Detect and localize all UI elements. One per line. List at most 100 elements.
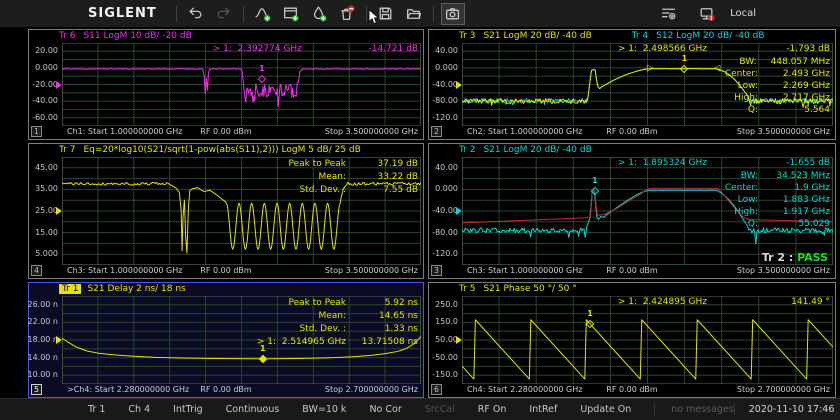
plot-area-window-2[interactable]: > 1: 2.498566 GHz-1.793 dB BW:448.057 MH… [462, 43, 833, 126]
y-axis-window-2: 40.00 0.000 -40.00 -80.00 -120.0 [429, 43, 462, 126]
add-window-button[interactable] [279, 3, 303, 25]
plot-area-window-5[interactable]: Peak to Peak5.92 ns Mean:14.65 ns Std. D… [62, 296, 421, 384]
local-label[interactable]: Local [730, 8, 756, 19]
status-if-bandwidth[interactable]: BW=10 k [302, 404, 346, 415]
network-status-button[interactable] [694, 3, 718, 25]
plot-area-window-3[interactable]: > 1: 1.895324 GHz-1.655 dB BW:34.523 MHz… [462, 157, 833, 265]
toolbar-separator [243, 6, 244, 22]
y-tick: 26.00 n [18, 300, 58, 309]
y-tick: 18.00 n [18, 335, 58, 344]
toolbar-separator [176, 6, 177, 22]
trace-3-label[interactable]: Tr 3 [459, 31, 475, 41]
y-tick: 50.00 [418, 335, 458, 344]
delete-button[interactable] [335, 3, 359, 25]
y-tick: 35.00 [18, 184, 58, 193]
status-active-trace[interactable]: Tr 1 [88, 404, 105, 415]
trace-window-5-active[interactable]: Tr 1S21 Delay 2 ns/ 18 ns 26.00 n 22.00 … [28, 282, 424, 398]
trace-2-label[interactable]: Tr 2 [459, 145, 475, 155]
trace-2-format: S21 LogM 20 dB/ -40 dB [483, 145, 591, 155]
trace-5-label[interactable]: Tr 5 [459, 284, 475, 294]
system-menu-button[interactable] [656, 3, 680, 25]
pass-badge: PASS [797, 251, 828, 264]
channel-footer: Ch4: Start 2.280000000 GHzRF 0.00 dBmSto… [429, 384, 835, 397]
grid-and-traces-svg [462, 296, 833, 384]
trace-7-label[interactable]: Tr 7 [59, 145, 75, 155]
bandwidth-stats: BW:34.523 MHz Center:1.9 GHz Low:1.883 G… [680, 170, 830, 230]
y-axis-window-6: 250.0 150.0 50.00 -50.00 -150.0 [429, 296, 462, 384]
status-trigger[interactable]: IntTrig [173, 404, 203, 415]
redo-icon [215, 5, 232, 22]
trace-statistics: Peak to Peak37.19 dB Mean:33.22 dB Std. … [203, 158, 418, 197]
plot-area-window-1[interactable]: > 1: 2.392774 GHz-14.721 dB 1 [62, 43, 421, 126]
y-tick: 14.00 n [18, 353, 58, 362]
channel-footer: >Ch4: Start 2.280000000 GHzRF 0.00 dBmSt… [29, 384, 423, 397]
trace-3-format: S21 LogM 20 dB/ -40 dB [483, 31, 591, 41]
y-axis-window-1: 20.00 0.000 -20.00 -40.00 -60.00 [29, 43, 62, 126]
marker-1-label: 1 [592, 177, 598, 185]
add-trace-button[interactable] [251, 3, 275, 25]
bandwidth-marker: ◁ [713, 64, 720, 73]
network-icon [698, 5, 715, 22]
trace-4-format: S12 LogM 20 dB/ -40 dB [656, 31, 764, 41]
redo-button[interactable] [212, 3, 236, 25]
trace-window-4[interactable]: Tr 7 Eq=20*log10(S21/sqrt(1-pow(abs(S11),… [28, 143, 424, 279]
window-5-title: Tr 1S21 Delay 2 ns/ 18 ns [29, 283, 423, 296]
window-number[interactable]: 3 [431, 265, 442, 276]
channel-footer: Ch1: Start 1.000000000 GHzRF 0.00 dBmSto… [29, 126, 423, 139]
toolbar-separator [366, 6, 367, 22]
add-trace-icon [254, 5, 271, 22]
trace-6-label[interactable]: Tr 6 [59, 31, 75, 41]
window-1-title: Tr 6S11 LogM 10 dB/ -20 dB [29, 30, 423, 43]
undo-icon [187, 5, 204, 22]
window-number[interactable]: 1 [31, 126, 42, 137]
y-tick: -80.00 [418, 96, 458, 105]
recall-button[interactable] [402, 3, 426, 25]
trace-7-format: Eq=20*log10(S21/sqrt(1-pow(abs(S11),2)))… [83, 145, 360, 155]
status-active-channel[interactable]: Ch 4 [128, 404, 150, 415]
undo-button[interactable] [184, 3, 208, 25]
marker-1-label: 1 [260, 345, 266, 353]
marker-1-label: 1 [259, 65, 265, 73]
trace-5-format: S21 Phase 50 °/ 50 ° [483, 284, 576, 294]
trace-1-label-active[interactable]: Tr 1 [59, 284, 81, 294]
y-tick: -80.00 [418, 228, 458, 237]
trace-window-1[interactable]: Tr 6S11 LogM 10 dB/ -20 dB 20.00 0.000 -… [28, 29, 424, 140]
y-axis-window-5: 26.00 n 22.00 n 18.00 n 14.00 n 10.00 n [29, 296, 62, 384]
channel-footer: Ch2: Start 1.000000000 GHzRF 0.00 dBmSto… [429, 126, 835, 139]
window-number[interactable]: 6 [431, 384, 442, 395]
y-tick: -40.00 [418, 80, 458, 89]
plot-area-window-4[interactable]: Peak to Peak37.19 dB Mean:33.22 dB Std. … [62, 157, 421, 265]
save-floppy-icon [377, 5, 394, 22]
window-number[interactable]: 2 [431, 126, 442, 137]
y-tick: -50.00 [418, 353, 458, 362]
trace-window-6[interactable]: Tr 5 S21 Phase 50 °/ 50 ° 250.0 150.0 50.… [428, 282, 836, 398]
window-2-title: Tr 3 S21 LogM 20 dB/ -40 dB Tr 4 S12 LogM … [429, 30, 835, 43]
status-update[interactable]: Update On [580, 404, 631, 415]
add-marker-button[interactable] [307, 3, 331, 25]
marker-readout: > 1: 1.895324 GHz-1.655 dB [618, 158, 830, 168]
trace-statistics: Peak to Peak5.92 ns Mean:14.65 ns Std. D… [203, 297, 418, 349]
trace-display-area: Tr 6S11 LogM 10 dB/ -20 dB 20.00 0.000 -… [0, 27, 840, 398]
window-number[interactable]: 5 [31, 384, 42, 395]
toolbar-right: Local [654, 3, 840, 25]
y-tick: 40.00 [418, 46, 458, 55]
y-tick: 250.0 [418, 300, 458, 309]
status-correction[interactable]: No Cor [369, 404, 401, 415]
y-tick: -150.0 [418, 370, 458, 379]
status-source-cal[interactable]: SrcCal [425, 404, 455, 415]
window-number[interactable]: 4 [31, 265, 42, 276]
y-tick: 150.0 [418, 317, 458, 326]
bandwidth-marker: ▷ [647, 64, 654, 73]
y-tick: 0.000 [18, 63, 58, 72]
grid-and-traces-svg [62, 43, 421, 126]
plot-area-window-6[interactable]: > 1: 2.424895 GHz141.49 ° 1 [462, 296, 833, 384]
y-tick: -20.00 [18, 80, 58, 89]
y-tick: 0.000 [418, 184, 458, 193]
trace-4-label[interactable]: Tr 4 [632, 31, 648, 41]
trace-window-2[interactable]: Tr 3 S21 LogM 20 dB/ -40 dB Tr 4 S12 LogM … [428, 29, 836, 140]
trace-window-3[interactable]: Tr 2S21 LogM 20 dB/ -40 dB 40.00 0.000 -… [428, 143, 836, 279]
status-sweep-mode[interactable]: Continuous [226, 404, 280, 415]
status-rf-output[interactable]: RF On [478, 404, 507, 415]
screenshot-button[interactable] [441, 3, 465, 25]
status-reference[interactable]: IntRef [529, 404, 557, 415]
